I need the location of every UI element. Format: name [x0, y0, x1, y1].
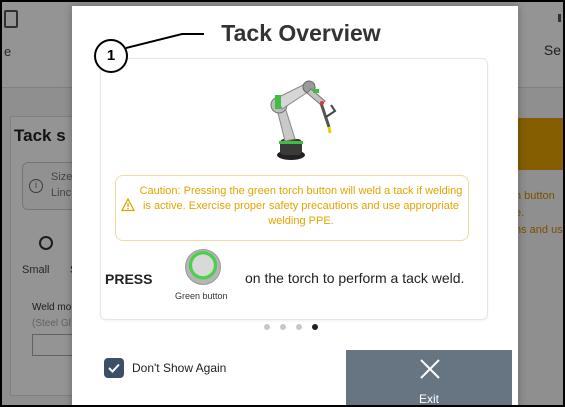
caution-box: Caution: Pressing the green torch button…: [115, 175, 469, 241]
dont-show-again-label: Don't Show Again: [132, 361, 227, 375]
dont-show-again-option[interactable]: Don't Show Again: [104, 358, 226, 378]
checkmark-icon: [108, 363, 120, 373]
exit-label: Exit: [418, 392, 439, 406]
pagination-dots: [264, 324, 318, 330]
callout-number: 1: [94, 39, 128, 73]
tack-instruction-card: Caution: Pressing the green torch button…: [100, 58, 488, 320]
page-dot-2[interactable]: [280, 324, 286, 330]
dialog-title: Tack Overview: [221, 20, 381, 46]
dont-show-again-checkbox[interactable]: [104, 358, 124, 378]
warning-icon: [121, 198, 135, 212]
robot-arm-illustration: [270, 80, 337, 160]
tack-overview-dialog: Tack Overview Caution: Pressing the gree…: [72, 6, 518, 406]
page-dot-4[interactable]: [312, 324, 318, 330]
press-label: PRESS: [105, 271, 153, 287]
green-button-label: Green button: [175, 291, 228, 301]
exit-button[interactable]: Exit: [346, 350, 512, 406]
screen: e Se Tack s i Size Linc Small S Weld mo …: [0, 0, 565, 407]
page-dot-1[interactable]: [264, 324, 270, 330]
page-dot-3[interactable]: [296, 324, 302, 330]
caution-text: Caution: Pressing the green torch button…: [139, 185, 463, 227]
close-icon: [420, 359, 440, 379]
tack-weld-instruction: on the torch to perform a tack weld.: [245, 270, 465, 286]
green-button-icon: [185, 249, 221, 285]
